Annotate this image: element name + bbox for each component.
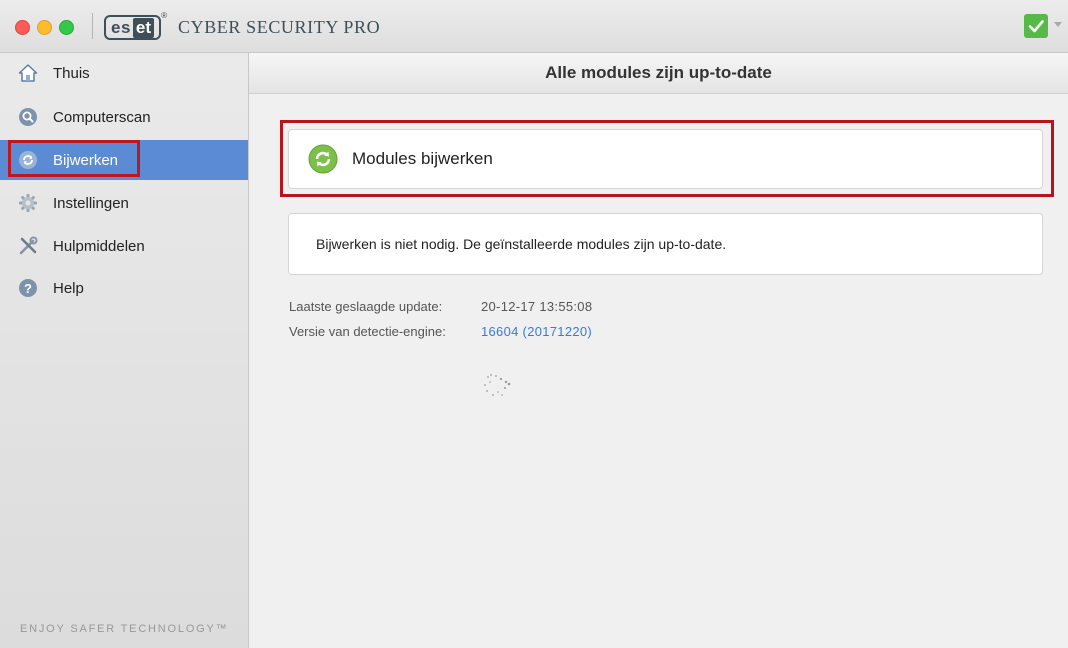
eset-logo: es et ®: [104, 11, 167, 40]
update-modules-label: Modules bijwerken: [352, 149, 493, 168]
sidebar-item-help[interactable]: ? Help: [0, 268, 248, 308]
page-title: Alle modules zijn up-to-date: [545, 63, 772, 82]
highlight-frame: [8, 140, 140, 177]
update-modules-button[interactable]: Modules bijwerken: [288, 129, 1043, 189]
titlebar-divider: [92, 13, 93, 39]
minimize-window-button[interactable]: [37, 20, 52, 35]
engine-version-link[interactable]: 16604 (20171220): [481, 324, 592, 339]
tagline: ENJOY SAFER TECHNOLOGY™: [20, 623, 229, 635]
sidebar-item-instellingen[interactable]: Instellingen: [0, 183, 248, 223]
sidebar-item-label: Help: [53, 279, 84, 297]
logo-registered-mark: ®: [161, 11, 168, 20]
engine-version-label: Versie van detectie-engine:: [289, 324, 446, 339]
chevron-down-icon[interactable]: [1054, 22, 1062, 27]
help-icon: ?: [18, 278, 38, 298]
gear-icon: [18, 193, 38, 213]
sidebar-item-label: Hulpmiddelen: [53, 237, 145, 255]
logo-es-text: es: [111, 17, 131, 37]
sidebar-item-label: Instellingen: [53, 194, 129, 212]
svg-text:?: ?: [24, 281, 32, 296]
sidebar-item-hulpmiddelen[interactable]: Hulpmiddelen: [0, 226, 248, 266]
sidebar-item-computerscan[interactable]: Computerscan: [0, 97, 248, 137]
last-update-label: Laatste geslaagde update:: [289, 299, 443, 314]
loading-spinner-icon: [484, 374, 511, 396]
tools-icon: [18, 236, 38, 256]
magnifier-icon: [18, 107, 38, 127]
sidebar: Thuis Computerscan Bijwerken Instellinge…: [0, 53, 249, 648]
main-header: Alle modules zijn up-to-date: [249, 53, 1068, 94]
sidebar-item-thuis[interactable]: Thuis: [0, 53, 248, 93]
title-bar: es et ® CYBER SECURITY PRO: [0, 0, 1068, 53]
update-icon: [308, 144, 338, 174]
status-message-card: Bijwerken is niet nodig. De geïnstalleer…: [288, 213, 1043, 275]
sidebar-item-label: Thuis: [53, 64, 90, 82]
status-message: Bijwerken is niet nodig. De geïnstalleer…: [316, 236, 727, 252]
close-window-button[interactable]: [15, 20, 30, 35]
sidebar-item-label: Computerscan: [53, 108, 151, 126]
last-update-value: 20-12-17 13:55:08: [481, 299, 593, 314]
logo-et-text: et: [132, 17, 155, 38]
protection-status-button[interactable]: [1024, 14, 1048, 38]
home-icon: [18, 63, 38, 83]
app-title: CYBER SECURITY PRO: [178, 17, 381, 37]
zoom-window-button[interactable]: [59, 20, 74, 35]
main-panel: Alle modules zijn up-to-date Modules bij…: [249, 53, 1068, 648]
app-window: es et ® CYBER SECURITY PRO Thuis Compute…: [0, 0, 1068, 648]
green-check-icon: [1028, 20, 1044, 33]
